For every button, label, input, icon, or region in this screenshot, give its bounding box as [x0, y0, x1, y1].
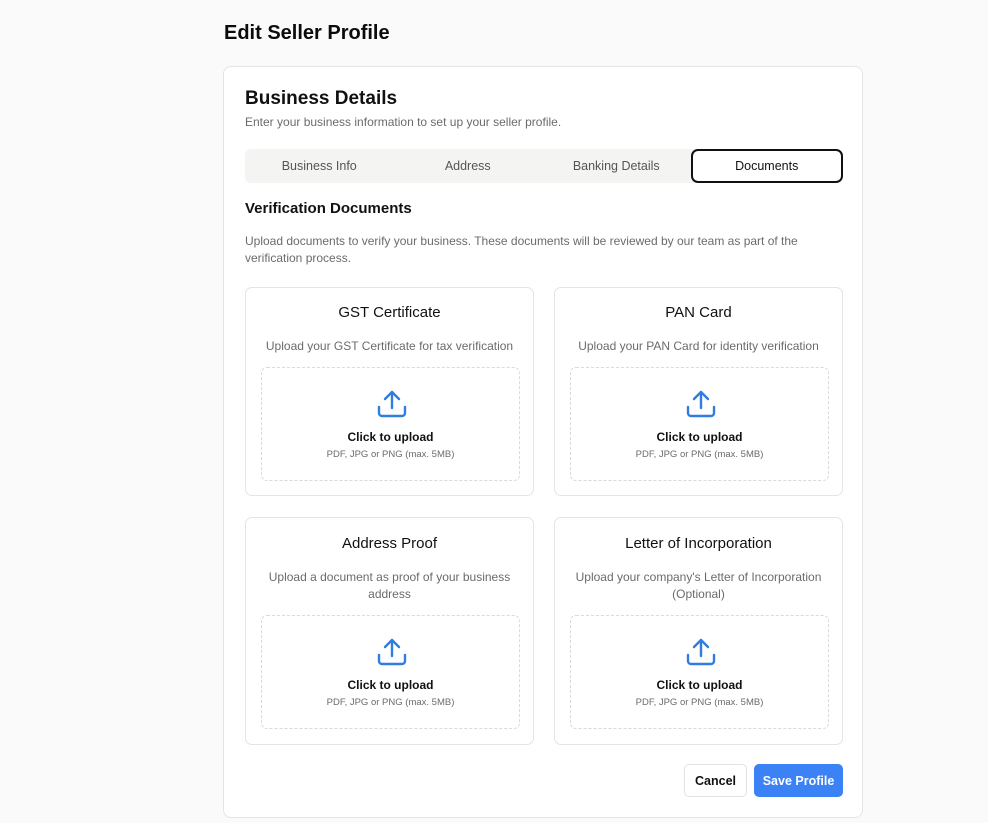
upload-hint: PDF, JPG or PNG (max. 5MB)	[326, 449, 455, 460]
upload-icon	[377, 638, 407, 666]
document-title: Letter of Incorporation	[625, 535, 772, 552]
card-title: Business Details	[245, 88, 398, 109]
upload-hint: PDF, JPG or PNG (max. 5MB)	[326, 697, 455, 708]
document-card-letter-of-incorporation: Letter of Incorporation Upload your comp…	[554, 517, 843, 745]
tab-documents[interactable]: Documents	[690, 149, 843, 183]
tab-list: Business Info Address Banking Details Do…	[245, 149, 843, 183]
tab-address[interactable]: Address	[394, 149, 543, 183]
upload-dropzone[interactable]: Click to upload PDF, JPG or PNG (max. 5M…	[261, 615, 520, 729]
page-title: Edit Seller Profile	[224, 22, 390, 44]
cancel-button[interactable]: Cancel	[684, 764, 747, 797]
save-profile-button[interactable]: Save Profile	[754, 764, 843, 797]
tab-banking-details[interactable]: Banking Details	[542, 149, 691, 183]
document-description: Upload a document as proof of your busin…	[268, 570, 511, 601]
tab-business-info[interactable]: Business Info	[245, 149, 394, 183]
upload-dropzone[interactable]: Click to upload PDF, JPG or PNG (max. 5M…	[570, 615, 829, 729]
upload-icon	[686, 638, 716, 666]
document-card-address-proof: Address Proof Upload a document as proof…	[245, 517, 534, 745]
card-subtitle: Enter your business information to set u…	[245, 115, 562, 129]
business-details-card: Business Details Enter your business inf…	[223, 66, 863, 818]
upload-icon	[686, 390, 716, 418]
document-title: PAN Card	[665, 304, 732, 321]
document-card-pan-card: PAN Card Upload your PAN Card for identi…	[554, 287, 843, 496]
upload-icon	[377, 390, 407, 418]
upload-dropzone[interactable]: Click to upload PDF, JPG or PNG (max. 5M…	[261, 367, 520, 481]
upload-label: Click to upload	[656, 430, 743, 444]
document-description: Upload your GST Certificate for tax veri…	[265, 339, 514, 353]
document-description: Upload your PAN Card for identity verifi…	[578, 339, 819, 353]
document-title: GST Certificate	[338, 304, 441, 321]
upload-label: Click to upload	[347, 430, 434, 444]
upload-label: Click to upload	[656, 678, 743, 692]
upload-dropzone[interactable]: Click to upload PDF, JPG or PNG (max. 5M…	[570, 367, 829, 481]
upload-hint: PDF, JPG or PNG (max. 5MB)	[635, 697, 764, 708]
section-title: Verification Documents	[245, 200, 412, 217]
section-description: Upload documents to verify your business…	[245, 234, 798, 265]
document-card-gst-certificate: GST Certificate Upload your GST Certific…	[245, 287, 534, 496]
upload-hint: PDF, JPG or PNG (max. 5MB)	[635, 449, 764, 460]
upload-label: Click to upload	[347, 678, 434, 692]
document-title: Address Proof	[341, 535, 438, 552]
document-description: Upload your company's Letter of Incorpor…	[575, 570, 822, 601]
